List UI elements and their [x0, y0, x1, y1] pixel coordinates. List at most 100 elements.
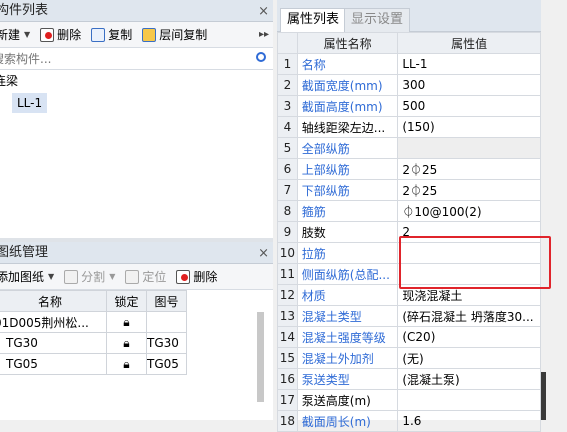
row-number: 3: [277, 95, 298, 117]
component-tree: 连梁 LL-1: [0, 70, 273, 238]
tree-item-ll1[interactable]: LL-1: [0, 92, 273, 114]
property-row[interactable]: 13 混凝土类型 (碎石混凝土 坍落度30...: [277, 305, 541, 327]
property-row[interactable]: 17 泵送高度(m): [277, 389, 541, 411]
property-value[interactable]: (混凝土泵): [397, 368, 541, 390]
property-value[interactable]: (无): [397, 347, 541, 369]
chevron-down-icon: ▼: [48, 272, 55, 281]
tab-display-settings[interactable]: 显示设置: [344, 8, 411, 32]
row-number: 7: [277, 179, 298, 201]
delete-button[interactable]: 删除: [40, 26, 81, 43]
property-value[interactable]: 500: [397, 95, 541, 117]
search-bar: [0, 48, 273, 70]
property-value[interactable]: (150): [397, 116, 541, 138]
lock-icon[interactable]: 🔒︎: [106, 353, 147, 375]
component-toolbar: 新建 ▼ 删除 复制 层间复制 ▸▸: [0, 22, 273, 48]
property-row[interactable]: 16 泵送类型 (混凝土泵): [277, 368, 541, 390]
copy-icon: [91, 27, 106, 42]
more-icon[interactable]: ▸▸: [259, 29, 269, 40]
row-number: 4: [277, 116, 298, 138]
highlight-box: [399, 236, 551, 289]
new-button[interactable]: 新建 ▼: [0, 26, 30, 43]
layer-copy-icon: [142, 27, 157, 42]
right-panel: 属性列表 显示设置 属性名称 属性值 1 名称 LL-1 2 截面宽度(mm) 300 3 截…: [277, 0, 541, 432]
property-name: 上部纵筋: [296, 158, 399, 180]
property-row[interactable]: 5 全部纵筋: [277, 137, 541, 159]
drawing-mgmt-title: 图纸管理: [0, 245, 49, 260]
col-property-name: 属性名称: [296, 32, 399, 54]
drawing-delete-button[interactable]: 删除: [176, 268, 217, 285]
property-name: 全部纵筋: [296, 137, 399, 159]
split-button[interactable]: 分割 ▼: [64, 268, 115, 285]
property-name: 拉筋: [296, 242, 399, 264]
chevron-down-icon: ▼: [109, 272, 116, 281]
right-scroll-area: [541, 0, 567, 420]
property-name: 截面周长(m): [296, 410, 399, 432]
property-name: 侧面纵筋(总配...: [296, 263, 399, 285]
copy-button[interactable]: 复制: [91, 26, 132, 43]
delete-icon: [40, 27, 55, 42]
chevron-down-icon: ▼: [24, 30, 31, 39]
property-name: 肢数: [296, 221, 399, 243]
property-value[interactable]: [397, 137, 541, 159]
search-input[interactable]: [0, 48, 232, 69]
property-row[interactable]: 7 下部纵筋 2⏀25: [277, 179, 541, 201]
scrollbar-track[interactable]: [541, 372, 546, 420]
property-row[interactable]: 18 截面周长(m) 1.6: [277, 410, 541, 432]
property-row[interactable]: 4 轴线距梁左边... (150): [277, 116, 541, 138]
row-number: 8: [277, 200, 298, 222]
property-row[interactable]: 15 混凝土外加剂 (无): [277, 347, 541, 369]
row-number: 5: [277, 137, 298, 159]
drawing-table-header: 名称 锁定 图号: [0, 290, 263, 312]
drawing-table: 名称 锁定 图号 01D005荆州松... 🔒︎ TG30 🔒︎ TG30 TG…: [0, 290, 263, 375]
left-panel: 构件列表 × 新建 ▼ 删除 复制 层间复制 ▸▸ 连梁 LL-1: [0, 0, 273, 420]
property-value[interactable]: LL-1: [397, 53, 541, 75]
property-row[interactable]: 2 截面宽度(mm) 300: [277, 74, 541, 96]
drawing-mgmt-header: 图纸管理 ×: [0, 242, 273, 264]
row-number: 1: [277, 53, 298, 75]
property-name: 混凝土外加剂: [296, 347, 399, 369]
property-name: 泵送高度(m): [296, 389, 399, 411]
property-value[interactable]: 300: [397, 74, 541, 96]
row-number: 12: [277, 284, 298, 306]
property-value[interactable]: (碎石混凝土 坍落度30...: [397, 305, 541, 327]
close-icon[interactable]: ×: [258, 1, 269, 23]
row-number: 11: [277, 263, 298, 285]
tree-group[interactable]: 连梁: [0, 70, 273, 92]
row-number: 13: [277, 305, 298, 327]
search-icon[interactable]: [256, 52, 266, 62]
locate-icon: [125, 269, 140, 284]
close-icon[interactable]: ×: [258, 243, 269, 265]
property-name: 材质: [296, 284, 399, 306]
drawing-toolbar: 添加图纸 ▼ 分割 ▼ 定位 删除: [0, 264, 273, 290]
vertical-scrollbar[interactable]: [257, 312, 264, 402]
property-name: 名称: [296, 53, 399, 75]
property-value[interactable]: 2⏀25: [397, 158, 541, 180]
row-number: 18: [277, 410, 298, 432]
property-row[interactable]: 1 名称 LL-1: [277, 53, 541, 75]
split-icon: [64, 269, 79, 284]
row-number: 14: [277, 326, 298, 348]
property-name: 混凝土类型: [296, 305, 399, 327]
table-row[interactable]: 01D005荆州松... 🔒︎: [0, 311, 263, 333]
property-value[interactable]: ⏀10@100(2): [397, 200, 541, 222]
property-name: 截面宽度(mm): [296, 74, 399, 96]
property-row[interactable]: 14 混凝土强度等级 (C20): [277, 326, 541, 348]
property-value[interactable]: 1.6: [397, 410, 541, 432]
property-name: 箍筋: [296, 200, 399, 222]
table-row[interactable]: TG30 🔒︎ TG30: [0, 332, 263, 354]
property-row[interactable]: 6 上部纵筋 2⏀25: [277, 158, 541, 180]
table-row[interactable]: TG05 🔒︎ TG05: [0, 353, 263, 375]
property-value[interactable]: (C20): [397, 326, 541, 348]
add-drawing-button[interactable]: 添加图纸 ▼: [0, 268, 54, 285]
property-value[interactable]: [397, 389, 541, 411]
property-row[interactable]: 3 截面高度(mm) 500: [277, 95, 541, 117]
locate-button[interactable]: 定位: [125, 268, 166, 285]
layer-copy-button[interactable]: 层间复制: [142, 26, 207, 43]
lock-icon[interactable]: 🔒︎: [106, 332, 147, 354]
tab-property-list[interactable]: 属性列表: [280, 8, 347, 32]
property-tabs: 属性列表 显示设置: [277, 0, 541, 32]
property-row[interactable]: 8 箍筋 ⏀10@100(2): [277, 200, 541, 222]
lock-icon[interactable]: 🔒︎: [106, 311, 147, 333]
property-value[interactable]: 2⏀25: [397, 179, 541, 201]
row-number: 6: [277, 158, 298, 180]
